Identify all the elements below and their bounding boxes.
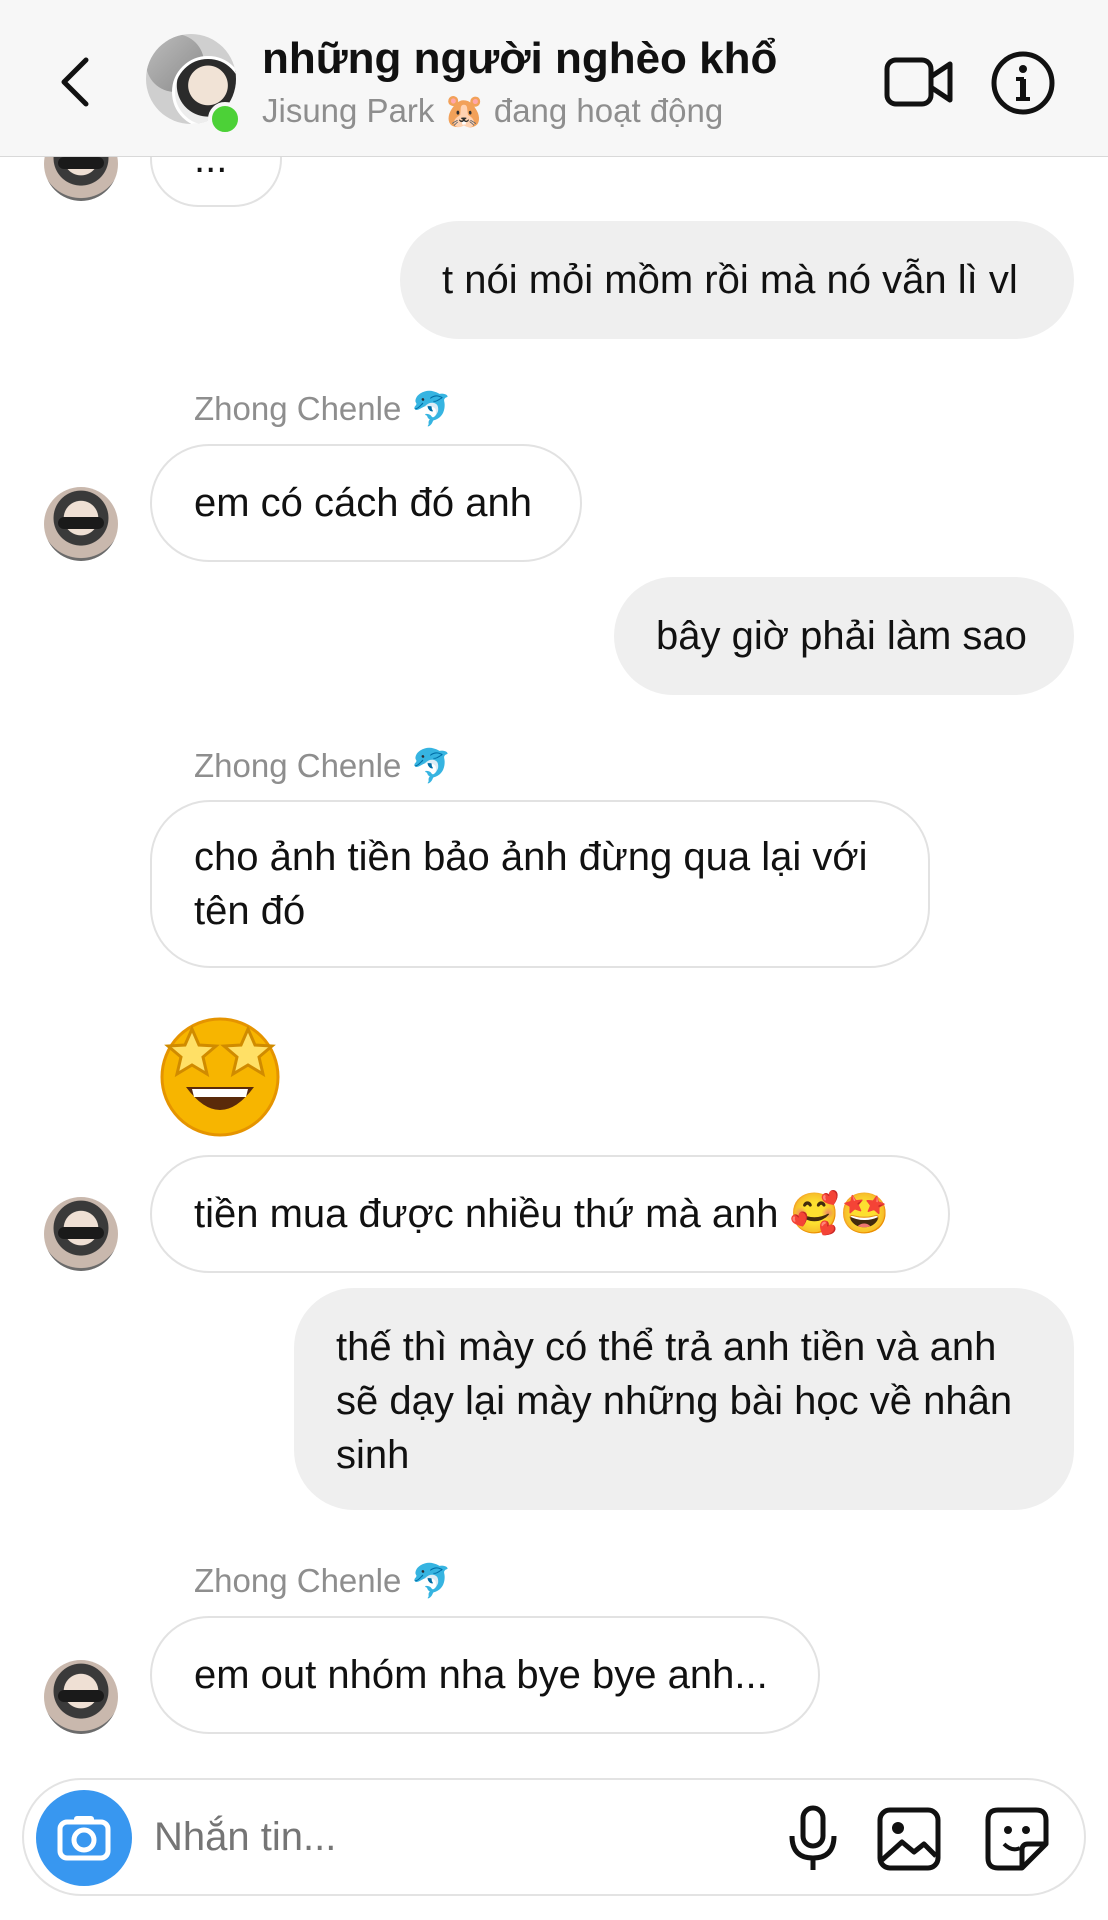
- star-struck-emoji-message[interactable]: [150, 1005, 290, 1145]
- video-camera-icon: [884, 57, 953, 107]
- star-struck-emoji-icon: [160, 1017, 280, 1137]
- outgoing-message[interactable]: thế thì mày có thể trả anh tiền và anh s…: [294, 1288, 1074, 1510]
- incoming-message[interactable]: em có cách đó anh: [150, 444, 582, 562]
- info-button[interactable]: [990, 50, 1056, 116]
- sender-avatar[interactable]: [44, 1660, 118, 1734]
- message-text-line: sinh: [336, 1433, 410, 1477]
- online-indicator: [208, 102, 242, 136]
- sticker-icon: [985, 1807, 1049, 1871]
- incoming-message[interactable]: cho ảnh tiền bảo ảnh đừng qua lại với tê…: [150, 800, 930, 968]
- image-icon: [877, 1807, 941, 1871]
- outgoing-message[interactable]: t nói mỏi mồm rồi mà nó vẫn lì vl: [400, 221, 1074, 339]
- message-input[interactable]: [152, 1814, 756, 1861]
- message-composer: [22, 1778, 1086, 1896]
- chevron-left-icon: [61, 57, 89, 107]
- active-status: Jisung Park 🐹 đang hoạt động: [262, 92, 724, 129]
- message-text-line: thế thì mày có thể trả anh tiền và anh: [336, 1325, 997, 1369]
- sticker-button[interactable]: [982, 1804, 1052, 1874]
- sender-name: Zhong Chenle 🐬: [194, 747, 452, 784]
- conversation-title[interactable]: những người nghèo khổ: [262, 34, 777, 84]
- message-list[interactable]: ... t nói mỏi mồm rồi mà nó vẫn lì vl Zh…: [0, 157, 1108, 1757]
- camera-button[interactable]: [36, 1790, 132, 1886]
- info-icon: [991, 51, 1055, 115]
- message-text-line: sẽ dạy lại mày những bài học về nhân: [336, 1379, 1013, 1423]
- sender-avatar[interactable]: [44, 1197, 118, 1271]
- incoming-message[interactable]: ...: [150, 157, 282, 207]
- message-text: tiền mua được nhiều thứ mà anh 🥰🤩: [194, 1192, 890, 1236]
- chat-header: những người nghèo khổ Jisung Park 🐹 đang…: [0, 0, 1108, 157]
- camera-icon: [57, 1816, 111, 1861]
- sender-name: Zhong Chenle 🐬: [194, 1562, 452, 1599]
- sender-avatar[interactable]: [44, 157, 118, 201]
- voice-message-button[interactable]: [778, 1804, 848, 1874]
- incoming-message[interactable]: em out nhóm nha bye bye anh...: [150, 1616, 820, 1734]
- outgoing-message[interactable]: bây giờ phải làm sao: [614, 577, 1074, 695]
- gallery-button[interactable]: [874, 1804, 944, 1874]
- message-text: em có cách đó anh: [194, 481, 532, 525]
- message-text: bây giờ phải làm sao: [656, 614, 1027, 658]
- incoming-message[interactable]: tiền mua được nhiều thứ mà anh 🥰🤩: [150, 1155, 950, 1273]
- back-button[interactable]: [52, 52, 100, 112]
- sender-name: Zhong Chenle 🐬: [194, 390, 452, 427]
- message-text-line: tên đó: [194, 889, 306, 933]
- message-text: ...: [194, 157, 228, 181]
- sender-avatar[interactable]: [44, 487, 118, 561]
- message-text: t nói mỏi mồm rồi mà nó vẫn lì vl: [442, 258, 1018, 302]
- microphone-icon: [789, 1805, 837, 1870]
- message-text-line: cho ảnh tiền bảo ảnh đừng qua lại với: [194, 835, 868, 879]
- video-call-button[interactable]: [884, 54, 954, 110]
- message-text: em out nhóm nha bye bye anh...: [194, 1653, 768, 1697]
